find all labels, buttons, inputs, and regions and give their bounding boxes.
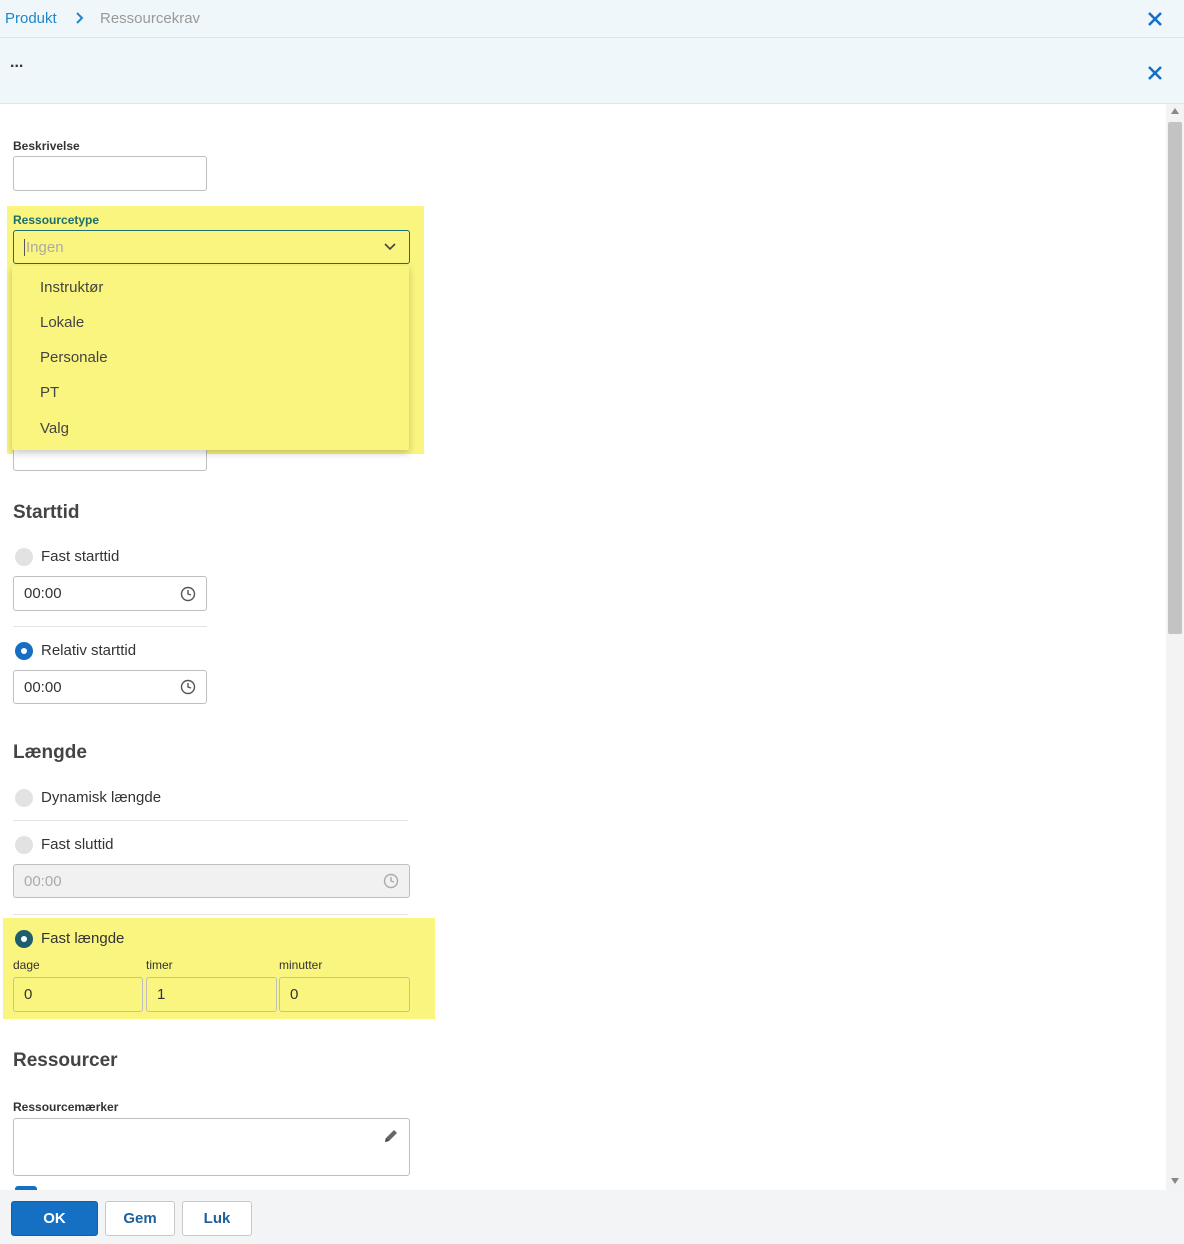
dropdown-option-lokale[interactable]: Lokale: [40, 314, 84, 331]
breadcrumb-current: Ressourcekrav: [100, 10, 201, 27]
relativ-starttid-radio[interactable]: [15, 642, 33, 660]
pencil-icon[interactable]: [382, 1127, 400, 1145]
relativ-starttid-label: Relativ starttid: [41, 642, 137, 659]
dropdown-option-valg[interactable]: Valg: [40, 420, 69, 437]
beskrivelse-label: Beskrivelse: [13, 139, 80, 153]
scroll-up-icon[interactable]: [1171, 108, 1179, 114]
fast-sluttid-radio[interactable]: [15, 836, 33, 854]
fast-sluttid-input: 00:00: [13, 864, 410, 898]
dage-input[interactable]: 0: [13, 977, 143, 1012]
starttid-heading: Starttid: [13, 502, 80, 523]
ressourcetype-label: Ressourcetype: [13, 213, 100, 227]
ressourcetype-dropdown: Instruktør Lokale Personale PT Valg: [12, 266, 409, 450]
gem-button[interactable]: Gem: [105, 1201, 175, 1236]
clock-icon[interactable]: [180, 679, 196, 695]
minutter-label: minutter: [279, 958, 323, 972]
breadcrumb-link-produkt[interactable]: Produkt: [5, 10, 57, 27]
dage-label: dage: [13, 958, 40, 972]
beskrivelse-input[interactable]: [13, 156, 207, 191]
timer-label: timer: [146, 958, 173, 972]
fast-laengde-label: Fast længde: [41, 930, 125, 947]
breadcrumb-bar: Produkt Ressourcekrav: [0, 0, 1184, 38]
minutter-input[interactable]: 0: [279, 977, 410, 1012]
dropdown-option-instruktor[interactable]: Instruktør: [40, 279, 103, 296]
fast-starttid-input[interactable]: 00:00: [13, 576, 207, 611]
fast-starttid-radio[interactable]: [15, 548, 33, 566]
divider: [13, 914, 408, 915]
timer-input[interactable]: 1: [146, 977, 277, 1012]
ressourcemaerker-label: Ressourcemærker: [13, 1100, 119, 1114]
chevron-down-icon[interactable]: [383, 240, 397, 254]
more-options-icon[interactable]: ...: [10, 54, 23, 72]
laengde-heading: Længde: [13, 742, 87, 763]
luk-button[interactable]: Luk: [182, 1201, 252, 1236]
divider: [13, 820, 408, 821]
scrollbar-thumb[interactable]: [1168, 122, 1182, 634]
chevron-right-icon: [76, 12, 84, 24]
form-content: Beskrivelse Ressourcetype Ingen Instrukt…: [0, 104, 1166, 1190]
dynamisk-laengde-radio[interactable]: [15, 789, 33, 807]
relativ-starttid-input[interactable]: 00:00: [13, 670, 207, 704]
fast-starttid-label: Fast starttid: [41, 548, 120, 565]
panel-header: [0, 38, 1184, 104]
dropdown-option-personale[interactable]: Personale: [40, 349, 108, 366]
footer-bar: [0, 1190, 1184, 1244]
dropdown-option-pt[interactable]: PT: [40, 384, 59, 401]
ressourcetype-placeholder: Ingen: [24, 238, 64, 256]
fast-sluttid-label: Fast sluttid: [41, 836, 114, 853]
scroll-down-icon[interactable]: [1171, 1178, 1179, 1184]
clock-icon[interactable]: [180, 586, 196, 602]
dynamisk-laengde-label: Dynamisk længde: [41, 789, 162, 806]
ok-button[interactable]: OK: [11, 1201, 98, 1236]
close-icon[interactable]: [1146, 10, 1164, 28]
fast-laengde-radio[interactable]: [15, 930, 33, 948]
ressourcemaerker-input[interactable]: [13, 1118, 410, 1176]
ressourcetype-select[interactable]: Ingen: [13, 230, 410, 264]
clock-icon: [383, 873, 399, 889]
close-panel-icon[interactable]: [1146, 64, 1164, 82]
ressourcer-heading: Ressourcer: [13, 1050, 118, 1071]
divider: [13, 626, 207, 627]
